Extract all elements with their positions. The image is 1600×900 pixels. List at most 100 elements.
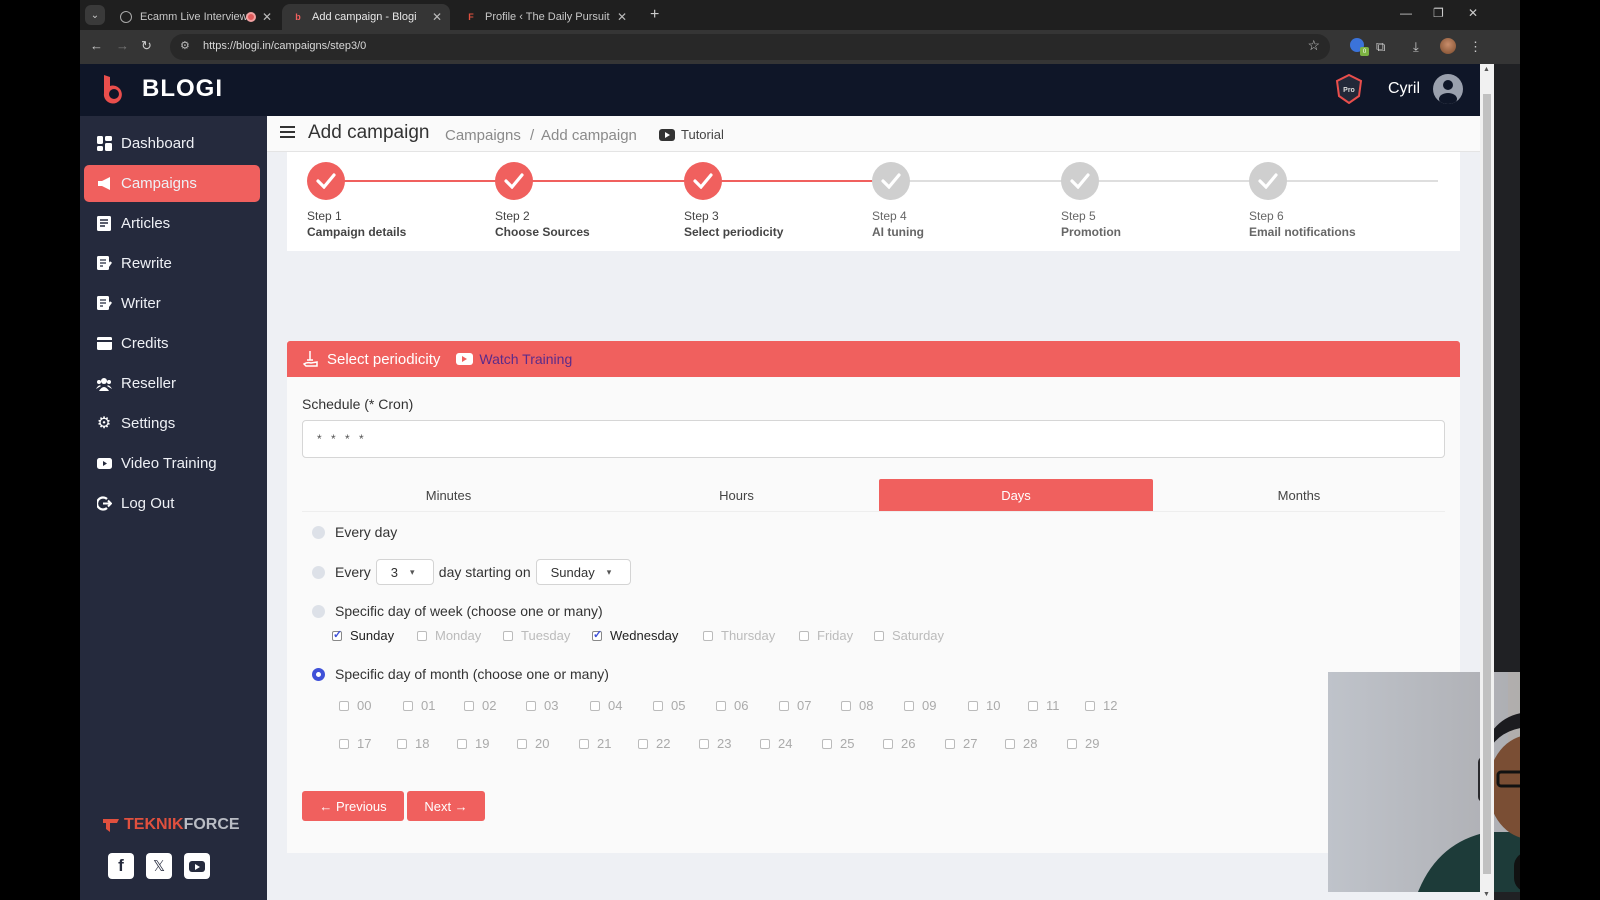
month-day-checkbox-03[interactable]: 03 xyxy=(526,698,558,713)
browser-tab[interactable]: Ecamm Live Interview ✕ xyxy=(110,4,280,30)
radio-specific-week-day[interactable] xyxy=(312,604,325,618)
checkbox[interactable] xyxy=(403,700,413,711)
month-day-checkbox-22[interactable]: 22 xyxy=(638,736,670,751)
checkbox[interactable] xyxy=(716,700,726,711)
extension-icon[interactable]: 0 xyxy=(1350,38,1369,56)
address-bar[interactable]: ⚙ https://blogi.in/campaigns/step3/0 ☆ xyxy=(170,34,1330,60)
weekday-checkbox-sunday[interactable]: Sunday xyxy=(332,628,394,643)
month-day-checkbox-08[interactable]: 08 xyxy=(841,698,873,713)
site-settings-icon[interactable]: ⚙ xyxy=(180,39,190,52)
forward-button[interactable]: → xyxy=(116,38,129,53)
checkbox[interactable] xyxy=(590,700,600,711)
new-tab-button[interactable]: + xyxy=(650,6,659,24)
step-6[interactable]: Step 6 Email notifications xyxy=(1249,162,1356,239)
month-day-checkbox-17[interactable]: 17 xyxy=(339,736,371,751)
checkbox[interactable] xyxy=(779,700,789,711)
tab-search-button[interactable]: ⌄ xyxy=(85,5,105,25)
sidebar-item-credits[interactable]: Credits xyxy=(84,325,260,362)
reload-button[interactable]: ↻ xyxy=(141,38,152,54)
minimize-button[interactable]: — xyxy=(1400,6,1412,20)
step-4[interactable]: Step 4 AI tuning xyxy=(872,162,924,239)
tutorial-link[interactable]: Tutorial xyxy=(659,127,724,142)
month-day-checkbox-21[interactable]: 21 xyxy=(579,736,611,751)
checkbox[interactable] xyxy=(339,738,349,749)
step-5[interactable]: Step 5 Promotion xyxy=(1061,162,1121,239)
month-day-checkbox-20[interactable]: 20 xyxy=(517,736,549,751)
option-every-n-days[interactable]: Every 3 ▾ day starting on Sunday ▾ xyxy=(312,559,636,585)
sidebar-item-log-out[interactable]: Log Out xyxy=(84,485,260,522)
month-day-checkbox-25[interactable]: 25 xyxy=(822,736,854,751)
checkbox[interactable] xyxy=(968,700,978,711)
month-day-checkbox-27[interactable]: 27 xyxy=(945,736,977,751)
x-icon[interactable]: 𝕏 xyxy=(146,853,172,879)
download-icon[interactable]: ⤓ xyxy=(1413,39,1419,55)
month-day-checkbox-18[interactable]: 18 xyxy=(397,736,429,751)
month-day-checkbox-11[interactable]: 11 xyxy=(1028,698,1060,713)
back-button[interactable]: ← xyxy=(90,38,103,53)
radio-every-day[interactable] xyxy=(312,525,325,539)
scroll-up-arrow-icon[interactable]: ▲ xyxy=(1483,66,1490,73)
extensions-puzzle-icon[interactable]: ⧉ xyxy=(1376,39,1385,55)
checkbox[interactable] xyxy=(945,738,955,749)
weekday-checkbox-monday[interactable]: Monday xyxy=(417,628,481,643)
browser-tab-active[interactable]: b Add campaign - Blogi ✕ xyxy=(282,4,450,30)
tab-months[interactable]: Months xyxy=(1153,479,1445,511)
page-scrollbar[interactable]: ▲ ▼ xyxy=(1480,64,1494,900)
breadcrumb-campaigns[interactable]: Campaigns xyxy=(445,127,521,144)
checkbox[interactable] xyxy=(799,630,809,641)
checkbox[interactable] xyxy=(653,700,663,711)
checkbox[interactable] xyxy=(503,630,513,641)
step-1[interactable]: Step 1 Campaign details xyxy=(307,162,406,239)
month-day-checkbox-26[interactable]: 26 xyxy=(883,736,915,751)
weekday-checkbox-saturday[interactable]: Saturday xyxy=(874,628,944,643)
watch-training-link[interactable]: Watch Training xyxy=(479,351,572,367)
checkbox[interactable] xyxy=(822,738,832,749)
checkbox[interactable] xyxy=(841,700,851,711)
checkbox[interactable] xyxy=(579,738,589,749)
month-day-checkbox-28[interactable]: 28 xyxy=(1005,736,1037,751)
month-day-checkbox-01[interactable]: 01 xyxy=(403,698,435,713)
checkbox[interactable] xyxy=(526,700,536,711)
checkbox[interactable] xyxy=(904,700,914,711)
sidebar-item-dashboard[interactable]: Dashboard xyxy=(84,125,260,162)
schedule-cron-input[interactable] xyxy=(302,420,1445,458)
sidebar-item-writer[interactable]: Writer xyxy=(84,285,260,322)
option-specific-month-day[interactable]: Specific day of month (choose one or man… xyxy=(312,666,609,682)
close-icon[interactable]: ✕ xyxy=(617,10,627,24)
checkbox[interactable] xyxy=(703,630,713,641)
month-day-checkbox-09[interactable]: 09 xyxy=(904,698,936,713)
month-day-checkbox-04[interactable]: 04 xyxy=(590,698,622,713)
option-specific-week-day[interactable]: Specific day of week (choose one or many… xyxy=(312,603,603,619)
sidebar-item-settings[interactable]: ⚙ Settings xyxy=(84,405,260,442)
checkbox[interactable] xyxy=(874,630,884,641)
hamburger-menu-icon[interactable] xyxy=(280,126,295,138)
sidebar-item-articles[interactable]: Articles xyxy=(84,205,260,242)
scroll-down-arrow-icon[interactable]: ▼ xyxy=(1483,891,1490,898)
browser-tab[interactable]: F Profile ‹ The Daily Pursuit — W ✕ xyxy=(455,4,635,30)
sidebar-item-reseller[interactable]: Reseller xyxy=(84,365,260,402)
checkbox[interactable] xyxy=(339,700,349,711)
checkbox[interactable] xyxy=(638,738,648,749)
month-day-checkbox-23[interactable]: 23 xyxy=(699,736,731,751)
weekday-checkbox-thursday[interactable]: Thursday xyxy=(703,628,775,643)
checkbox[interactable] xyxy=(332,628,342,641)
month-day-checkbox-29[interactable]: 29 xyxy=(1067,736,1099,751)
checkbox[interactable] xyxy=(1005,738,1015,749)
tab-days[interactable]: Days xyxy=(879,479,1153,511)
month-day-checkbox-06[interactable]: 06 xyxy=(716,698,748,713)
checkbox[interactable] xyxy=(760,738,770,749)
tab-hours[interactable]: Hours xyxy=(595,479,878,511)
weekday-checkbox-wednesday[interactable]: Wednesday xyxy=(592,628,678,643)
previous-button[interactable]: ← Previous xyxy=(302,791,404,821)
restore-button[interactable]: ❐ xyxy=(1433,6,1444,20)
checkbox[interactable] xyxy=(517,738,527,749)
every-n-select[interactable]: 3 ▾ xyxy=(375,559,434,585)
step-2[interactable]: Step 2 Choose Sources xyxy=(495,162,590,239)
profile-avatar[interactable] xyxy=(1440,38,1456,54)
sidebar-item-campaigns[interactable]: Campaigns xyxy=(84,165,260,202)
month-day-checkbox-24[interactable]: 24 xyxy=(760,736,792,751)
checkbox[interactable] xyxy=(417,630,427,641)
checkbox[interactable] xyxy=(457,738,467,749)
brand-logo[interactable]: BLOGI xyxy=(100,73,223,105)
tab-minutes[interactable]: Minutes xyxy=(302,479,595,511)
